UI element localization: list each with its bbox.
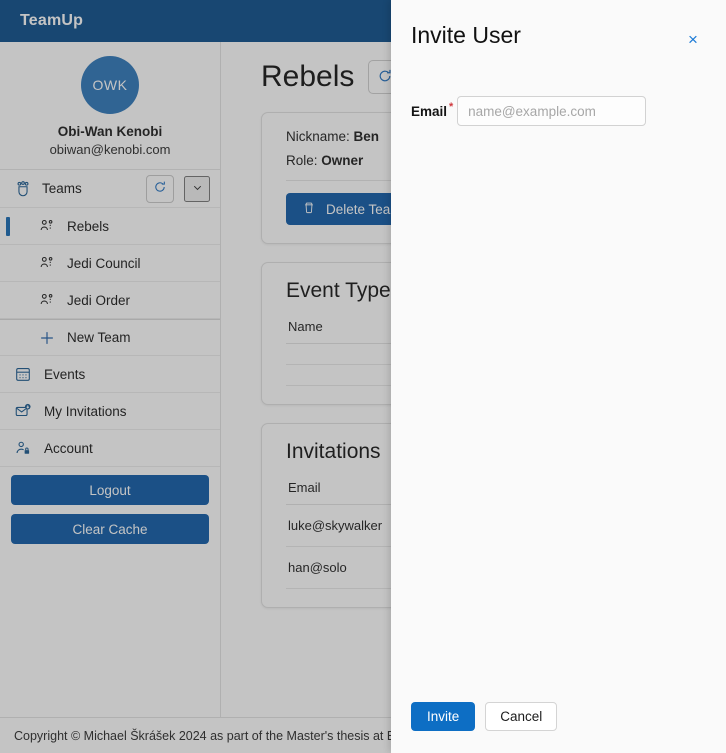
email-label-text: Email [411,103,448,119]
invite-user-panel: Invite User × Email* Invite Cancel [391,0,726,753]
panel-actions: Invite Cancel [411,702,704,731]
close-icon[interactable]: × [682,28,704,50]
email-field-group: Email * [411,88,704,126]
required-asterisk: * [449,101,454,113]
email-input[interactable] [457,96,647,126]
email-label: Email * [411,101,457,119]
panel-spacer [411,126,704,702]
invite-button[interactable]: Invite [411,702,476,731]
panel-header: Invite User × [411,22,704,50]
cancel-button[interactable]: Cancel [485,702,558,731]
panel-title: Invite User [411,22,521,48]
